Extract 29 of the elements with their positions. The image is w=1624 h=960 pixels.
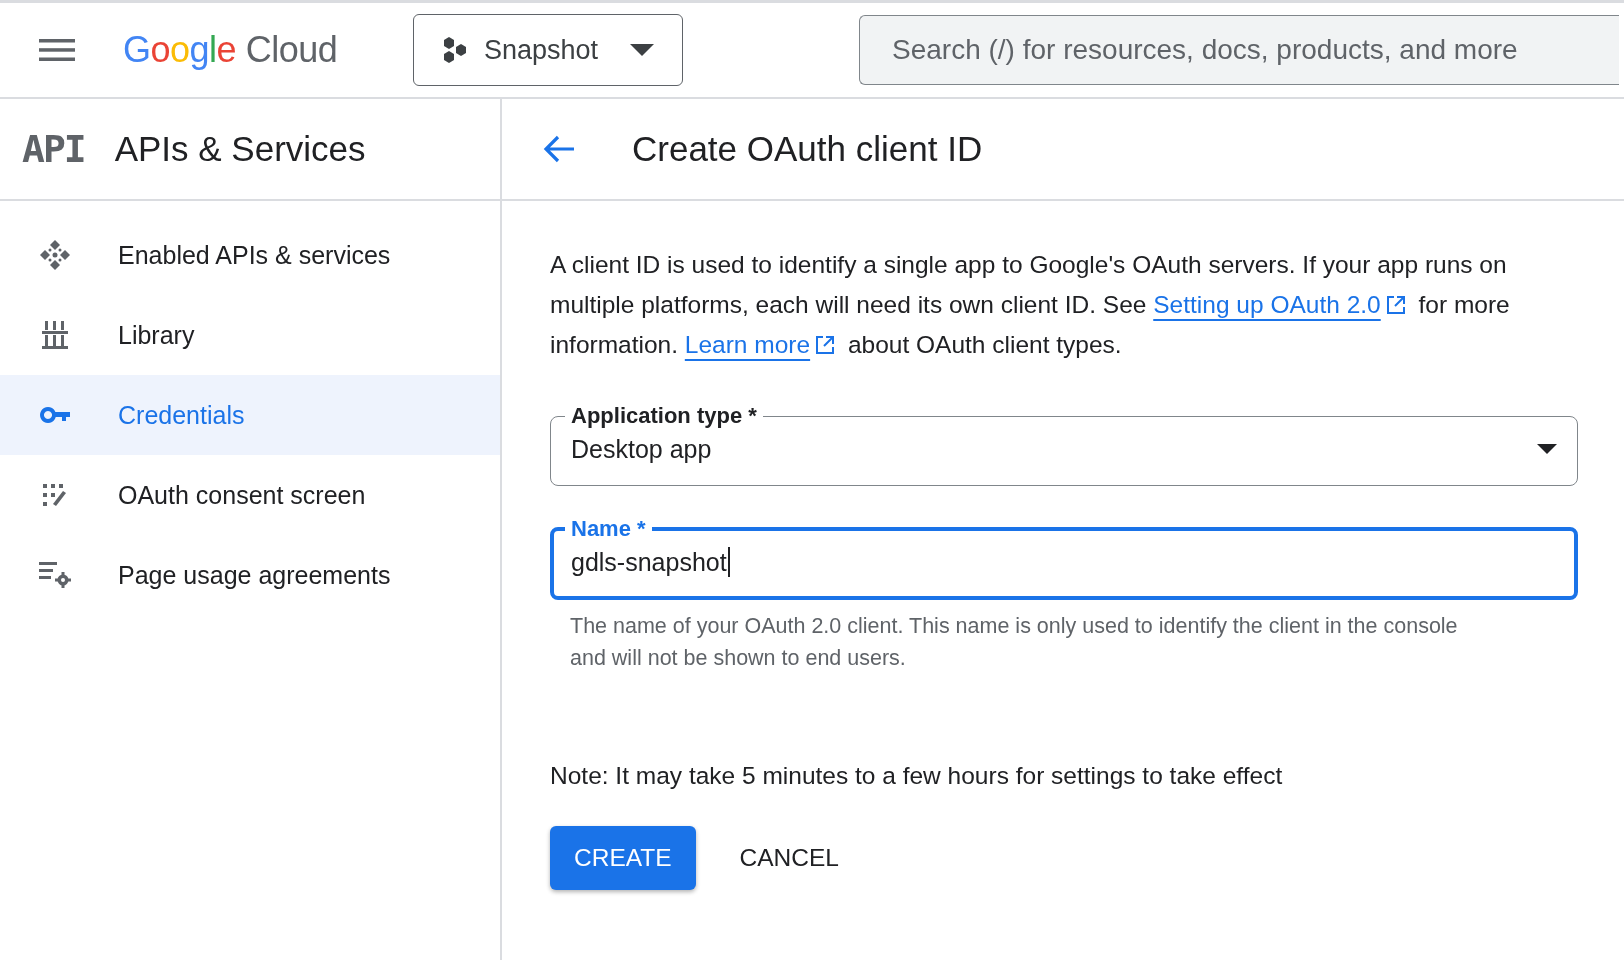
cancel-button[interactable]: CANCEL: [715, 826, 863, 890]
caret-icon: [1537, 444, 1557, 454]
page-title: Create OAuth client ID: [632, 129, 983, 169]
sidebar-item[interactable]: Credentials: [0, 375, 500, 455]
key-icon: [38, 406, 72, 424]
description-text: A client ID is used to identify a single app to Google's OAuth servers. If your app runs on multiple platforms, each will need its own client ID. See Setting up OAuth 2.0 for more information. Learn more about OAuth client types.: [550, 250, 1511, 360]
diamond-dots-icon: [38, 239, 72, 271]
section-title: APIs & Services: [114, 129, 366, 169]
dropdown-value: Desktop app: [571, 434, 712, 464]
field-value: gdls-snapshot: [571, 547, 727, 577]
api-logo: API: [22, 127, 85, 171]
sidebar-item[interactable]: OAuth consent screen: [0, 455, 500, 535]
note-text: Note: It may take 5 minutes to a few hours for settings to take effect: [550, 762, 1284, 790]
list-gear-icon: [38, 562, 72, 588]
external-link-icon: [815, 335, 836, 355]
search-field[interactable]: Search (/) for resources, docs, products, and more: [859, 15, 1619, 85]
caret-icon: [630, 44, 654, 56]
help-link[interactable]: Setting up OAuth 2.0: [1153, 291, 1381, 318]
field-label: Name *: [570, 516, 647, 542]
helper-text: The name of your OAuth 2.0 client. This name is only used to identify the client in the console and will not be shown to end users.: [570, 613, 1459, 672]
create-button[interactable]: CREATE: [550, 826, 696, 890]
project-picker[interactable]: Snapshot: [413, 14, 683, 86]
field-label: Application type *: [570, 403, 758, 429]
sidebar-item[interactable]: Page usage agreements: [0, 535, 500, 615]
sidebar-item[interactable]: Library: [0, 295, 500, 375]
external-link-icon: [1385, 295, 1406, 315]
help-link[interactable]: Learn more: [684, 331, 811, 358]
sidebar-item[interactable]: Enabled APIs & services: [0, 215, 500, 295]
google-cloud-logo[interactable]: Google Cloud: [123, 29, 363, 71]
